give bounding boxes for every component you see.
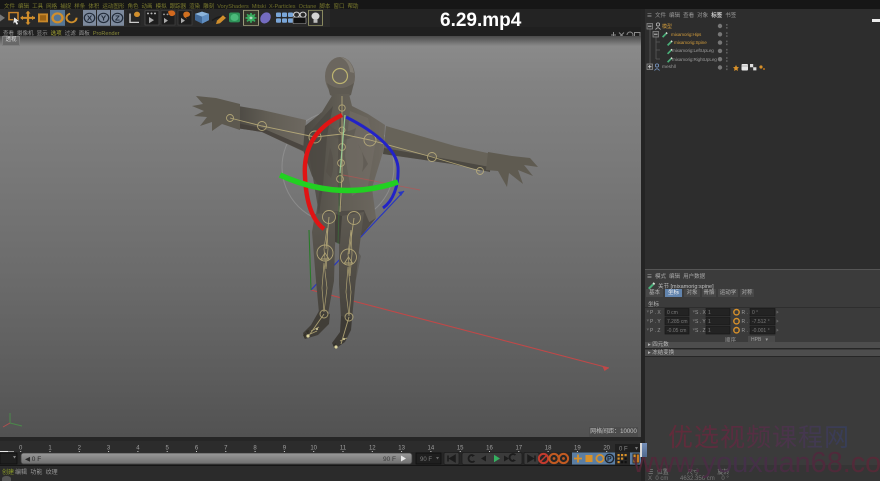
svg-text:-0.05 cm: -0.05 cm <box>667 328 686 334</box>
svg-text:-7.512 °: -7.512 ° <box>752 319 770 325</box>
svg-text:P: P <box>607 456 612 463</box>
svg-text:4: 4 <box>136 446 140 452</box>
svg-text:0 cm: 0 cm <box>667 310 678 316</box>
svg-text:1: 1 <box>48 446 52 452</box>
svg-text:P . Z: P . Z <box>650 328 660 334</box>
svg-text:10: 10 <box>310 446 317 452</box>
svg-text:S . Y: S . Y <box>695 319 706 325</box>
svg-text:8: 8 <box>253 446 257 452</box>
svg-text:P . Y: P . Y <box>650 319 661 325</box>
svg-text:19: 19 <box>574 446 581 452</box>
svg-text:20: 20 <box>603 446 610 452</box>
svg-text:9: 9 <box>283 446 287 452</box>
svg-text:Z: Z <box>115 14 120 22</box>
svg-text:◀ 0 F: ◀ 0 F <box>25 456 41 463</box>
svg-text:3: 3 <box>107 446 111 452</box>
svg-text:0 °: 0 ° <box>752 310 758 316</box>
svg-text:0: 0 <box>19 446 23 452</box>
svg-text:17: 17 <box>515 446 522 452</box>
svg-text:14: 14 <box>428 446 435 452</box>
svg-text:18: 18 <box>545 446 552 452</box>
svg-text:X: X <box>87 14 92 22</box>
svg-text:7.285 cm: 7.285 cm <box>667 319 688 325</box>
svg-text:11: 11 <box>340 446 347 452</box>
svg-text:1: 1 <box>708 328 711 334</box>
svg-text:5: 5 <box>166 446 170 452</box>
svg-text:P . X: P . X <box>650 310 661 316</box>
svg-text:6: 6 <box>195 446 199 452</box>
svg-text:7: 7 <box>224 446 228 452</box>
svg-text:1: 1 <box>708 310 711 316</box>
svg-text:16: 16 <box>486 446 493 452</box>
svg-text:-0.001 °: -0.001 ° <box>752 328 770 334</box>
svg-text:90 F: 90 F <box>420 457 432 463</box>
svg-text:13: 13 <box>398 446 405 452</box>
svg-text:2: 2 <box>78 446 82 452</box>
svg-text:12: 12 <box>369 446 376 452</box>
svg-text:90 F: 90 F <box>383 456 396 463</box>
svg-text:S . X: S . X <box>695 310 707 316</box>
svg-text:1: 1 <box>708 319 711 325</box>
svg-text:15: 15 <box>457 446 464 452</box>
svg-text:S . Z: S . Z <box>695 328 706 334</box>
svg-text:Y: Y <box>101 14 106 22</box>
